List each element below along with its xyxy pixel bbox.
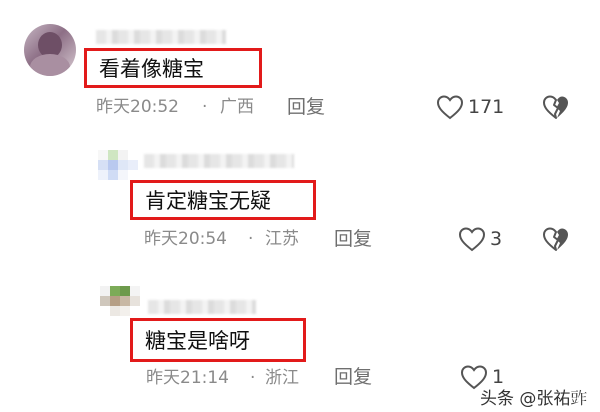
reply-button[interactable]: 回复: [334, 230, 372, 249]
heart-outline-icon[interactable]: [458, 226, 486, 252]
comment-highlight-box: 肯定糖宝无疑: [130, 180, 316, 220]
avatar[interactable]: [24, 24, 76, 76]
comment-text: 肯定糖宝无疑: [145, 189, 271, 213]
meta-separator: ·: [250, 368, 256, 388]
avatar[interactable]: [100, 286, 140, 316]
comment-highlight-box: 看着像糖宝: [84, 48, 262, 88]
like-count: 171: [468, 96, 505, 118]
comment-text: 糖宝是啥呀: [145, 329, 250, 353]
like-count: 3: [490, 228, 503, 250]
username-blurred[interactable]: [148, 300, 256, 314]
comment-time: 昨天21:14: [146, 368, 229, 388]
comment-highlight-box: 糖宝是啥呀: [130, 318, 306, 362]
comment-region: 江苏: [265, 229, 299, 249]
comment-time: 昨天20:52: [96, 97, 179, 117]
comment-region: 浙江: [265, 368, 299, 388]
username-blurred[interactable]: [144, 154, 294, 168]
comment-time: 昨天20:54: [144, 229, 227, 249]
broken-heart-icon[interactable]: [542, 94, 570, 120]
reply-button[interactable]: 回复: [334, 368, 372, 387]
avatar[interactable]: [98, 150, 138, 182]
broken-heart-icon[interactable]: [542, 226, 570, 252]
comment-text: 看着像糖宝: [99, 57, 204, 81]
meta-separator: ·: [248, 229, 254, 249]
reply-button[interactable]: 回复: [287, 98, 325, 117]
meta-separator: ·: [202, 97, 208, 117]
heart-outline-icon[interactable]: [436, 94, 464, 120]
watermark: 头条 @张祐𧯤: [480, 389, 588, 409]
username-blurred[interactable]: [96, 30, 226, 44]
comment-region: 广西: [220, 97, 254, 117]
